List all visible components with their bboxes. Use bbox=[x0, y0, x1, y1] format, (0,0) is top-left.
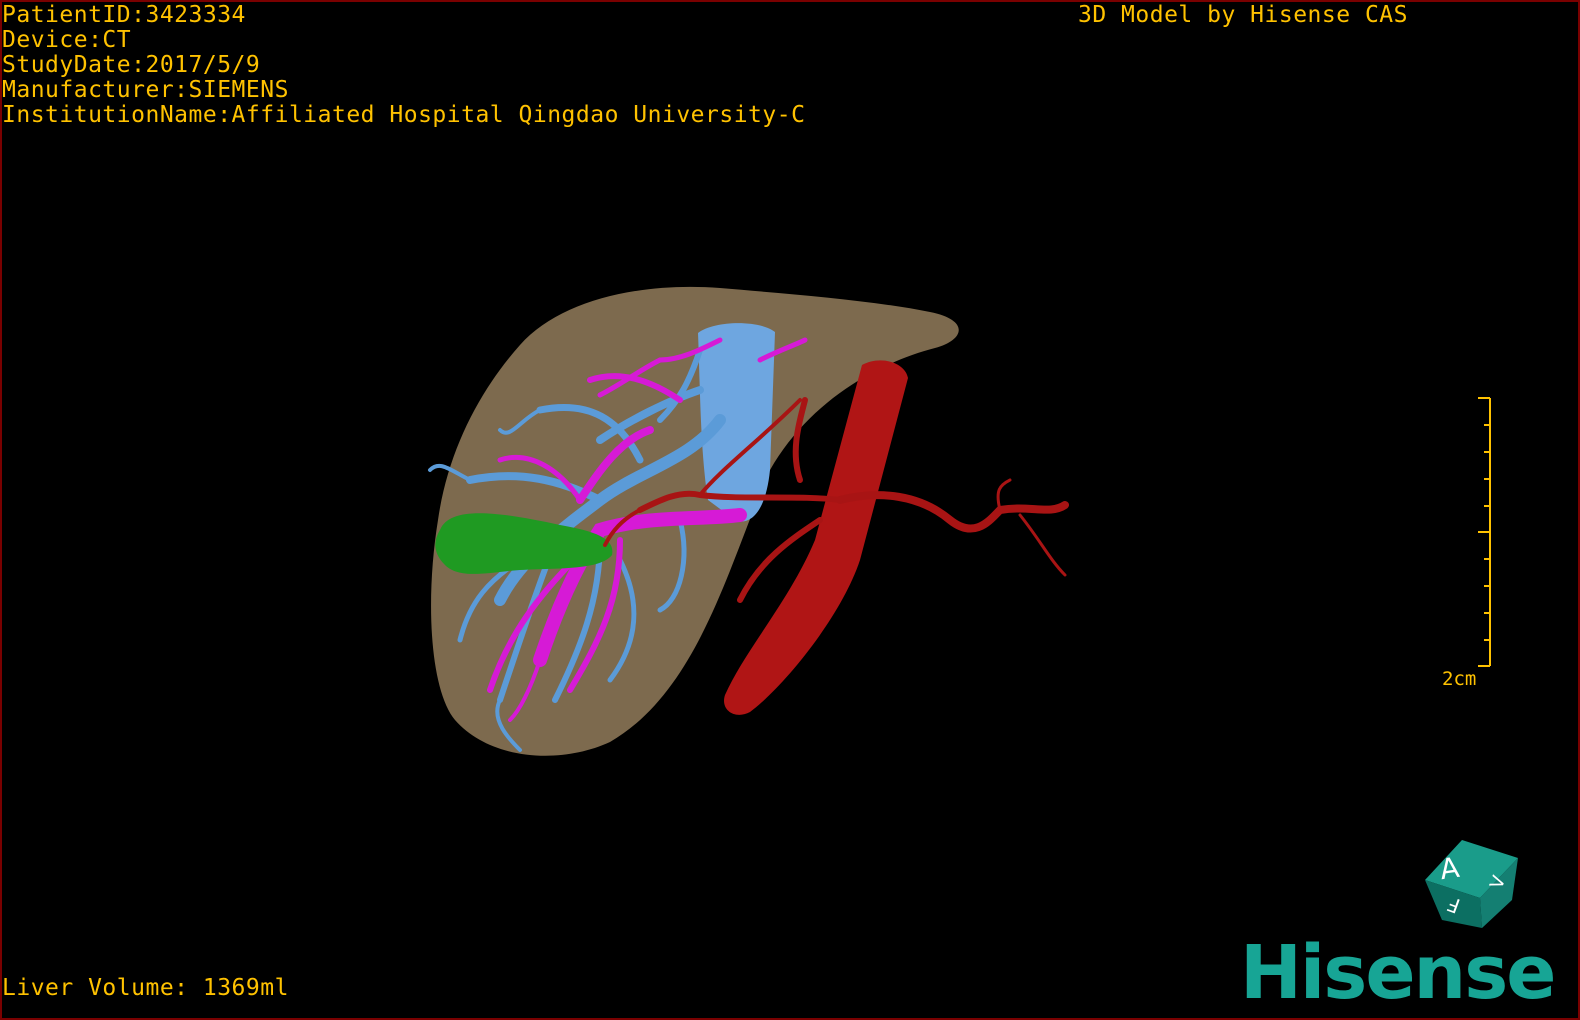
study-date-text: StudyDate:2017/5/9 bbox=[2, 52, 261, 78]
scale-bar-label: 2cm bbox=[1442, 668, 1477, 690]
device-text: Device:CT bbox=[2, 27, 132, 53]
institution-text: InstitutionName:Affiliated Hospital Qing… bbox=[2, 102, 806, 128]
hisense-logo: Hisense bbox=[1240, 930, 1556, 1016]
model-credit-text: 3D Model by Hisense CAS bbox=[1078, 2, 1408, 28]
scale-bar bbox=[1478, 397, 1491, 667]
vena-cava-model bbox=[698, 323, 775, 522]
patient-id-text: PatientID:3423334 bbox=[2, 2, 246, 28]
3d-model-viewport[interactable] bbox=[0, 0, 1580, 1020]
manufacturer-text: Manufacturer:SIEMENS bbox=[2, 77, 289, 103]
liver-volume-text: Liver Volume: 1369ml bbox=[2, 975, 289, 1001]
